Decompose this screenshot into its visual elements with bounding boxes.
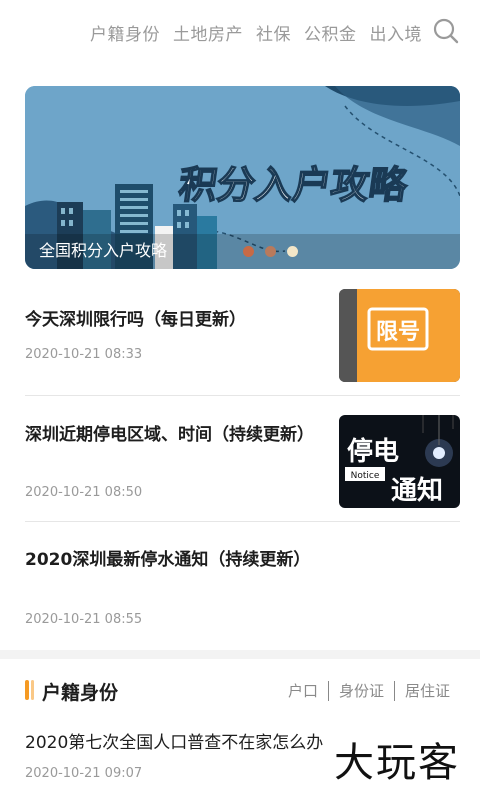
section-header: 户籍身份 户口 身份证 居住证 [0, 672, 480, 708]
banner-caption: 全国积分入户攻略 [39, 241, 168, 260]
subtab-residence-permit[interactable]: 居住证 [395, 680, 460, 701]
section-accent-bar [25, 680, 29, 700]
tab-immigration[interactable]: 出入境 [370, 20, 423, 45]
news-title: 深圳近期停电区域、时间（持续更新） [25, 425, 314, 445]
tab-social-security[interactable]: 社保 [256, 20, 291, 45]
carousel-dots [243, 246, 298, 257]
news-date: 2020-10-21 08:55 [25, 612, 143, 627]
news-title: 今天深圳限行吗（每日更新） [25, 310, 246, 330]
watermark-logo: 大玩客 [334, 740, 460, 786]
svg-text:通知: 通知 [391, 476, 443, 506]
carousel-dot-active[interactable] [287, 246, 298, 257]
promo-banner[interactable]: 积分入户攻略 全国积分入户攻略 [25, 86, 460, 269]
search-icon[interactable] [432, 17, 460, 45]
divider [25, 395, 460, 396]
thumb-text: 限号 [376, 320, 420, 345]
section-title: 户籍身份 [42, 682, 119, 704]
tab-huji[interactable]: 户籍身份 [90, 20, 160, 45]
news-date: 2020-10-21 09:07 [25, 766, 143, 781]
category-tabs: 户籍身份 土地房产 社保 公积金 出入境 [90, 20, 422, 45]
news-title: 2020深圳最新停水通知（持续更新） [25, 550, 311, 570]
divider [25, 521, 460, 522]
news-thumbnail: 限号 [339, 289, 460, 382]
carousel-dot[interactable] [265, 246, 276, 257]
news-item[interactable]: 深圳近期停电区域、时间（持续更新） 2020-10-21 08:50 停电 No… [25, 415, 460, 509]
svg-text:停电: 停电 [347, 436, 399, 467]
subtab-id-card[interactable]: 身份证 [329, 680, 394, 701]
section-accent-bar [31, 680, 34, 700]
tab-housing-fund[interactable]: 公积金 [304, 20, 357, 45]
thumb-subtext: Notice [351, 471, 380, 481]
section-subtabs: 户口 身份证 居住证 [278, 680, 460, 701]
carousel-dot[interactable] [243, 246, 254, 257]
news-date: 2020-10-21 08:50 [25, 485, 143, 500]
top-nav: 户籍身份 土地房产 社保 公积金 出入境 [0, 0, 480, 62]
news-item[interactable]: 今天深圳限行吗（每日更新） 2020-10-21 08:33 限号 [25, 289, 460, 382]
news-date: 2020-10-21 08:33 [25, 347, 143, 362]
subtab-hukou[interactable]: 户口 [278, 680, 328, 701]
section-separator [0, 650, 480, 659]
tab-land-property[interactable]: 土地房产 [173, 20, 243, 45]
news-item[interactable]: 2020深圳最新停水通知（持续更新） 2020-10-21 08:55 [25, 548, 460, 634]
news-thumbnail: 停电 Notice 通知 [339, 415, 460, 508]
banner-art-text: 积分入户攻略 [176, 164, 411, 208]
